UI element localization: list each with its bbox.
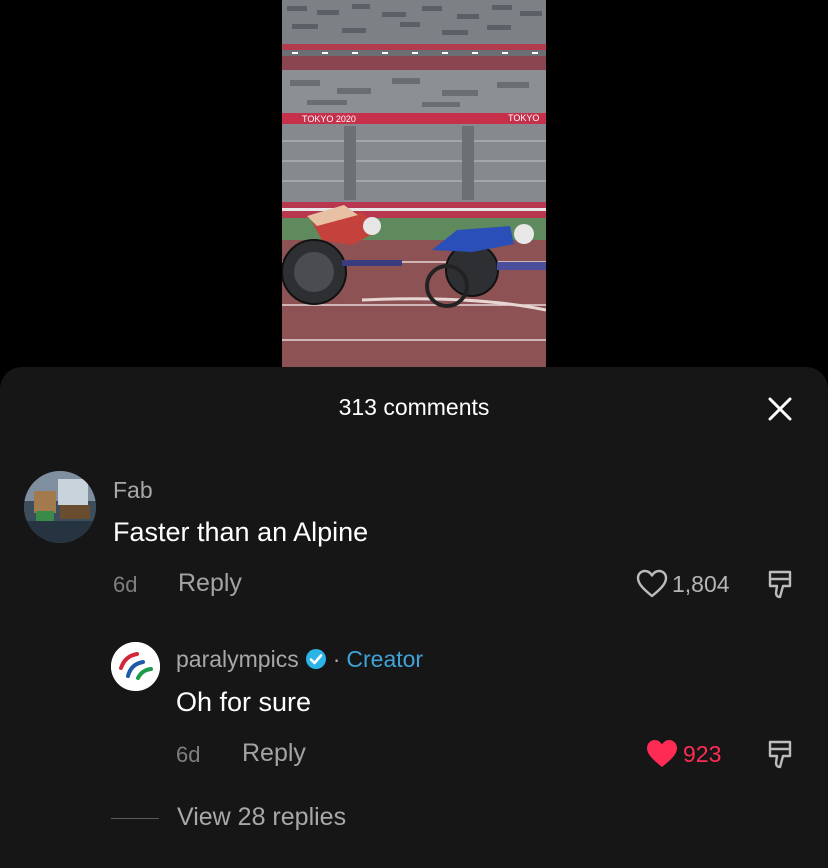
like-button[interactable]: 1,804 [636,569,730,599]
video-area: TOKYO 2020 TOKYO [0,0,828,367]
dislike-icon [768,570,792,599]
comments-count-title: 313 comments [338,394,490,420]
reply-like-button[interactable]: 923 [645,739,721,769]
reply-age: 6d [176,742,201,767]
close-button[interactable] [762,391,798,427]
reply-like-count: 923 [683,740,722,767]
replies-divider [111,818,159,819]
banner-right-text: TOKYO [508,113,539,123]
creator-badge: Creator [346,646,424,672]
creator-avatar[interactable] [111,642,160,691]
comment-age: 6d [113,572,138,597]
comment-username[interactable]: Fab [113,477,153,504]
reply-text: Oh for sure [176,687,312,717]
banner-left-text: TOKYO 2020 [302,114,356,124]
video-frame: TOKYO 2020 TOKYO [282,0,546,367]
avatar[interactable] [24,471,96,543]
reply-username-row: paralympics · Creator [176,646,423,673]
dislike-button[interactable] [765,569,795,606]
dislike-icon [768,740,792,769]
heart-filled-icon [647,740,677,767]
comments-sheet: 313 comments Fab Faster than an Alpine 6… [0,367,828,868]
avatar-image [24,471,96,543]
video-player[interactable]: TOKYO 2020 TOKYO [282,0,546,367]
comment-text: Faster than an Alpine [113,517,369,547]
verified-icon [305,648,326,669]
heart-outline-icon [636,569,668,598]
paralympics-logo [111,642,160,691]
view-replies-button[interactable]: View 28 replies [177,803,346,832]
close-icon [768,397,792,421]
reply-button[interactable]: Reply [178,569,242,598]
reply-reply-button[interactable]: Reply [242,739,306,768]
separator-dot: · [332,646,341,672]
reply-dislike-button[interactable] [765,739,795,776]
like-count: 1,804 [672,570,730,597]
reply-username[interactable]: paralympics [176,646,299,672]
